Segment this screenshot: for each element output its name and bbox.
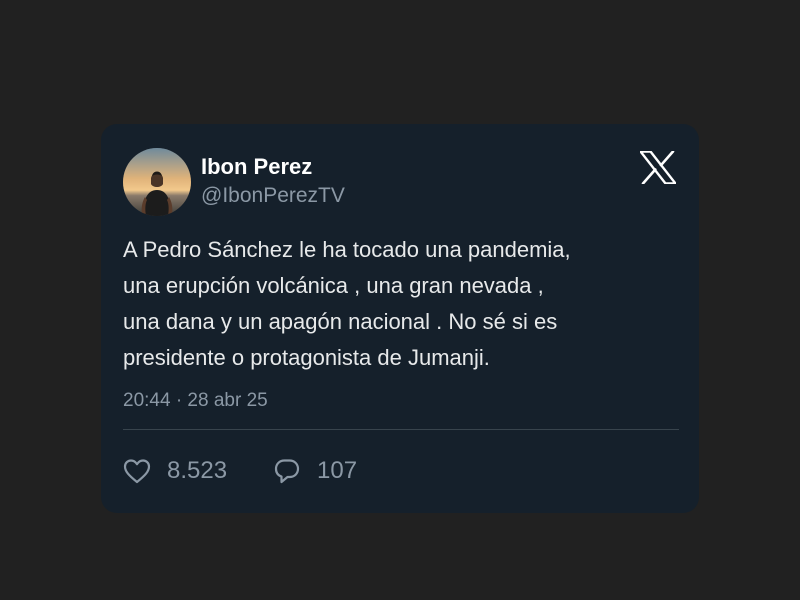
tweet-timestamp[interactable]: 20:44 · 28 abr 25 <box>123 389 268 413</box>
heart-icon <box>123 458 151 484</box>
reply-bubble-icon <box>273 457 301 485</box>
like-count: 8.523 <box>167 457 228 484</box>
tweet-text-line: una dana y un apagón nacional . No sé si… <box>123 309 558 334</box>
avatar-image <box>123 148 191 216</box>
avatar[interactable] <box>123 148 191 216</box>
tweet-text: A Pedro Sánchez le ha tocado una pandemi… <box>123 232 683 376</box>
tweet-text-line: presidente o protagonista de Jumanji. <box>123 345 490 370</box>
tweet-text-line: A Pedro Sánchez le ha tocado una pandemi… <box>123 237 571 262</box>
like-button[interactable]: 8.523 <box>123 456 227 486</box>
tweet-card: Ibon Perez @IbonPerezTV A Pedro Sánchez … <box>101 124 699 513</box>
divider <box>123 429 679 430</box>
reply-button[interactable]: 107 <box>273 456 357 486</box>
tweet-text-line: una erupción volcánica , una gran nevada… <box>123 273 544 298</box>
author-handle[interactable]: @IbonPerezTV <box>201 183 345 209</box>
x-logo-icon[interactable] <box>639 150 677 185</box>
author-name[interactable]: Ibon Perez <box>201 154 312 180</box>
reply-count: 107 <box>317 457 358 484</box>
